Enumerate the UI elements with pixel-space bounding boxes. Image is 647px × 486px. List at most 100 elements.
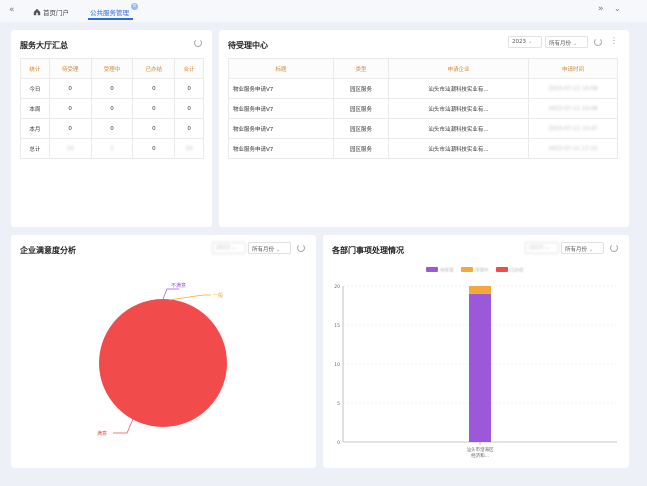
- scroll-left-icon[interactable]: «: [9, 5, 15, 15]
- pie-slice[interactable]: [99, 299, 227, 427]
- legend-swatch[interactable]: [426, 267, 438, 272]
- table-row: 今日 0 0 0 0: [20, 78, 204, 99]
- pie-leader-line: [168, 294, 211, 301]
- table-cell: 物业服务申请V7: [228, 138, 334, 159]
- table-cell: 园区服务: [333, 138, 389, 159]
- chevron-down-icon: ⌄: [573, 41, 578, 47]
- table-cell: 20: [174, 138, 204, 159]
- pie-leader-line: [162, 288, 179, 300]
- table-row[interactable]: 物业服务申请V7 园区服务 汕头市汕潮科技实业有... 2023-07-11 1…: [228, 118, 618, 139]
- satisfaction-pie-chart: 不满意一般满意: [97, 282, 227, 437]
- y-tick-label: 0: [337, 440, 340, 446]
- legend-label: 待受理: [440, 267, 454, 274]
- table-cell: 0: [132, 78, 176, 99]
- table-cell: 物业服务申请V7: [228, 78, 334, 99]
- pending-center-card: 待受理中心 2023 ⌄ 所有月份 ⌄ ⋮ 标题 类型 申请企业 申请时间 物业服务…: [219, 30, 629, 227]
- year-select-value: 2023: [512, 39, 526, 45]
- table-cell: 今日: [20, 78, 50, 99]
- table-cell: 2023-07-11 14:08: [528, 98, 618, 119]
- refresh-icon[interactable]: [594, 38, 602, 46]
- table-header: 申请时间: [528, 58, 618, 79]
- table-cell: 园区服务: [333, 78, 389, 99]
- department-bar-chart: 待受理 受理中 已办结 0 5 10 15 20 汕头市澄海区经济和...: [334, 267, 617, 459]
- table-row: 本月 0 0 0 0: [20, 118, 204, 139]
- card-title: 待受理中心: [228, 41, 268, 50]
- x-tick-label: 经济和...: [471, 452, 489, 459]
- table-row[interactable]: 物业服务申请V7 园区服务 汕头市汕潮科技实业有... 2023-07-11 1…: [228, 78, 618, 99]
- refresh-icon[interactable]: [194, 39, 202, 47]
- scroll-right-icon[interactable]: »: [598, 4, 604, 14]
- tab-public-service[interactable]: 公共服务管理: [90, 7, 129, 17]
- table-header: 待受理: [48, 58, 92, 79]
- close-icon[interactable]: ×: [131, 3, 138, 10]
- table-header: 已办结: [132, 58, 176, 79]
- year-select[interactable]: 2023 ⌄: [508, 36, 542, 48]
- hall-summary-table: 统计 待受理 受理中 已办结 合计 今日 0 0 0 0 本周 0 0 0 0: [20, 58, 204, 159]
- department-card: 各部门事项处理情况 2023 ⌄ 所有月份 ⌄ 待受理 受理中 已办结 0 5 10 15 20 汕…: [323, 235, 629, 468]
- y-tick-label: 15: [334, 323, 340, 329]
- legend-label: 已办结: [510, 267, 524, 274]
- table-header: 统计: [20, 58, 50, 79]
- chevron-down-icon: ⌄: [528, 39, 533, 45]
- table-cell: 0: [132, 118, 176, 139]
- table-cell: 0: [174, 98, 204, 119]
- table-cell: 物业服务申请V7: [228, 98, 334, 119]
- table-row[interactable]: 物业服务申请V7 园区服务 汕头市汕潮科技实业有... 2023-07-11 1…: [228, 98, 618, 119]
- month-select-value: 所有月份: [549, 41, 572, 47]
- pie-label: 满意: [97, 430, 107, 437]
- tab-home-label: 首页门户: [43, 9, 69, 17]
- table-cell: 0: [90, 98, 134, 119]
- table-header: 类型: [333, 58, 389, 79]
- month-select[interactable]: 所有月份 ⌄: [545, 36, 588, 48]
- satisfaction-card: 企业满意度分析 2023 ⌄ 所有月份 ⌄ 不满意 一般 满意: [11, 235, 316, 468]
- table-cell: 0: [174, 78, 204, 99]
- y-tick-label: 10: [334, 362, 340, 368]
- table-cell: 0: [132, 138, 176, 159]
- table-cell: 总计: [20, 138, 50, 159]
- chart-legend: 待受理 受理中 已办结: [426, 267, 524, 274]
- table-cell: 物业服务申请V7: [228, 118, 334, 139]
- x-tick-label: 汕头市澄海区: [467, 446, 494, 453]
- table-header: 标题: [228, 58, 334, 79]
- y-tick-label: 20: [334, 284, 340, 290]
- table-cell: 0: [174, 118, 204, 139]
- bar-segment[interactable]: [469, 293, 491, 442]
- chevron-down-icon[interactable]: ⌄: [614, 4, 621, 13]
- home-icon: [33, 8, 41, 16]
- table-cell: 2023-07-11 14:08: [528, 78, 618, 99]
- table-cell: 汕头市汕潮科技实业有...: [388, 98, 529, 119]
- pie-label: 不满意: [171, 282, 186, 289]
- table-header: 合计: [174, 58, 204, 79]
- table-header: 申请企业: [388, 58, 529, 79]
- table-cell: 0: [48, 78, 92, 99]
- tab-home[interactable]: 首页门户: [33, 7, 69, 17]
- table-row: 总计 19 1 0 20: [20, 138, 204, 159]
- legend-swatch[interactable]: [461, 267, 473, 272]
- table-header: 受理中: [90, 58, 134, 79]
- more-icon[interactable]: ⋮: [610, 36, 618, 45]
- table-cell: 0: [132, 98, 176, 119]
- table-cell: 本月: [20, 118, 50, 139]
- table-cell: 汕头市汕潮科技实业有...: [388, 118, 529, 139]
- table-cell: 2023-07-11 17:22: [528, 138, 618, 159]
- table-cell: 0: [48, 98, 92, 119]
- table-cell: 19: [48, 138, 92, 159]
- pie-leader-line: [113, 418, 134, 434]
- y-tick-label: 5: [337, 401, 340, 407]
- table-cell: 汕头市汕潮科技实业有...: [388, 78, 529, 99]
- table-cell: 汕头市汕潮科技实业有...: [388, 138, 529, 159]
- table-cell: 0: [48, 118, 92, 139]
- hall-summary-card: 服务大厅汇总 统计 待受理 受理中 已办结 合计 今日 0 0 0 0 本周 0: [11, 30, 212, 227]
- table-cell: 本周: [20, 98, 50, 119]
- table-cell: 园区服务: [333, 98, 389, 119]
- table-cell: 0: [90, 78, 134, 99]
- active-tab-indicator: [88, 18, 133, 20]
- legend-swatch[interactable]: [496, 267, 508, 272]
- pie-label: 一般: [213, 292, 223, 299]
- table-row[interactable]: 物业服务申请V7 园区服务 汕头市汕潮科技实业有... 2023-07-11 1…: [228, 138, 618, 159]
- table-cell: 2023-07-11 13:47: [528, 118, 618, 139]
- tab-bar: « 首页门户 公共服务管理 × » ⌄: [0, 0, 647, 22]
- table-cell: 0: [90, 118, 134, 139]
- bar-segment[interactable]: [469, 286, 491, 294]
- pending-table: 标题 类型 申请企业 申请时间 物业服务申请V7 园区服务 汕头市汕潮科技实业有…: [228, 58, 618, 159]
